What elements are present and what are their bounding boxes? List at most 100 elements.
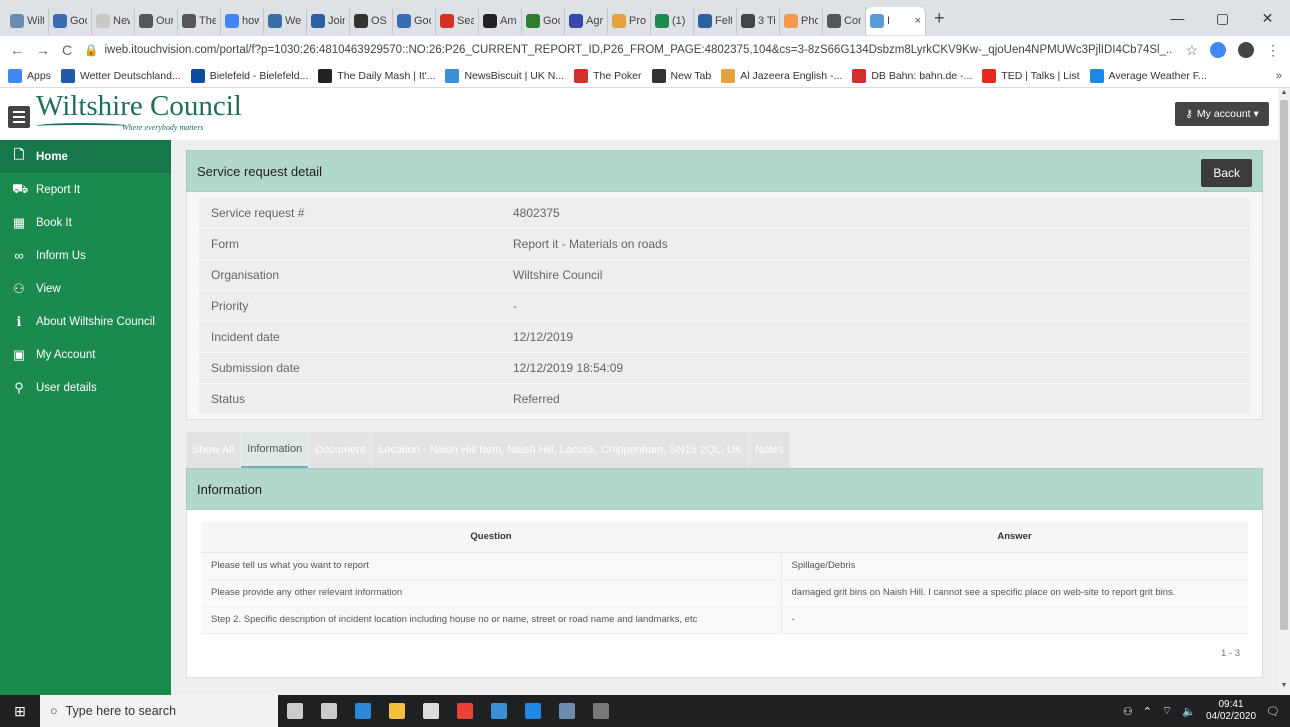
- bookmark-item[interactable]: TED | Talks | List: [982, 68, 1080, 83]
- browser-tab[interactable]: (1): [651, 7, 694, 35]
- favicon-icon: [53, 14, 67, 28]
- url-field[interactable]: 🔒 iweb.itouchvision.com/portal/f?p=1030:…: [84, 39, 1173, 61]
- app-icon-2[interactable]: [516, 695, 550, 727]
- page-scrollbar[interactable]: ▲ ▼: [1278, 88, 1290, 695]
- detail-row: Form Report it - Materials on roads: [199, 229, 1250, 260]
- browser-tab[interactable]: Goo: [522, 7, 565, 35]
- network-icon[interactable]: ⌔: [1162, 704, 1172, 718]
- browser-tab-label: (1): [672, 15, 686, 27]
- browser-tab[interactable]: New: [92, 7, 135, 35]
- edge-icon[interactable]: [346, 695, 380, 727]
- information-header: Information: [186, 468, 1263, 510]
- taskbar-search-placeholder: Type here to search: [65, 704, 177, 718]
- volume-icon[interactable]: 🔈: [1182, 705, 1196, 718]
- browser-tab[interactable]: how: [221, 7, 264, 35]
- sidebar-item-book-it[interactable]: ▦ Book It: [0, 206, 171, 239]
- browser-tab[interactable]: Pho: [780, 7, 823, 35]
- back-button[interactable]: Back: [1201, 159, 1252, 187]
- browser-menu-icon[interactable]: ⋮: [1266, 42, 1280, 59]
- detail-key: Priority: [211, 299, 249, 313]
- tab-close-icon[interactable]: ×: [915, 15, 921, 27]
- close-window-icon[interactable]: ✕: [1245, 10, 1290, 27]
- bookmark-item[interactable]: NewsBiscuit | UK N...: [445, 68, 564, 83]
- bookmark-item[interactable]: Apps: [8, 68, 51, 83]
- browser-tab[interactable]: Join: [307, 7, 350, 35]
- clock-date: 04/02/2020: [1205, 711, 1257, 722]
- browser-tab[interactable]: Our: [135, 7, 178, 35]
- bookmarks-overflow-icon[interactable]: »: [1276, 70, 1282, 82]
- favicon-icon: [483, 14, 497, 28]
- bookmark-item[interactable]: Wetter Deutschland...: [60, 68, 181, 83]
- browser-tab[interactable]: 3 Ti: [737, 7, 780, 35]
- tab-item[interactable]: Document: [309, 432, 372, 468]
- browser-tab-label: The: [199, 15, 216, 27]
- scrollbar-thumb[interactable]: [1280, 100, 1288, 630]
- browser-tab[interactable]: Goo: [49, 7, 92, 35]
- file-explorer-icon[interactable]: [380, 695, 414, 727]
- sidebar-item-report-it[interactable]: ⛟ Report It: [0, 173, 171, 206]
- sidebar-item-user-details[interactable]: ⚲ User details: [0, 371, 171, 404]
- browser-tab[interactable]: Wilt: [6, 7, 49, 35]
- new-tab-button[interactable]: +: [934, 8, 945, 29]
- tab-item[interactable]: Notes: [749, 432, 790, 468]
- tray-chevron-icon[interactable]: ⌃: [1143, 705, 1152, 718]
- bookmark-star-icon[interactable]: ☆: [1185, 42, 1198, 59]
- sidebar-item-my-account[interactable]: ▣ My Account: [0, 338, 171, 371]
- browser-tab-active[interactable]: I ×: [866, 7, 926, 35]
- task-view-icon[interactable]: [312, 695, 346, 727]
- app-icon-3[interactable]: [550, 695, 584, 727]
- browser-tab[interactable]: Con: [823, 7, 866, 35]
- browser-tab[interactable]: The: [178, 7, 221, 35]
- bookmark-item[interactable]: The Daily Mash | It'...: [318, 68, 435, 83]
- windows-start-icon[interactable]: ⊞: [0, 695, 40, 727]
- tab-information[interactable]: Information: [241, 432, 309, 468]
- minimize-icon[interactable]: —: [1155, 10, 1200, 27]
- microphone-icon[interactable]: [278, 695, 312, 727]
- browser-tab[interactable]: Wei: [264, 7, 307, 35]
- account-icon: ▣: [12, 346, 26, 362]
- browser-tab-label: Am: [500, 15, 517, 27]
- sidebar-item-home[interactable]: 🗋 Home: [0, 140, 171, 173]
- tab-item[interactable]: Location - Naish Hill farm, Naish Hill, …: [372, 432, 749, 468]
- app-icon-4[interactable]: [584, 695, 618, 727]
- browser-tab-label: 3 Ti: [758, 15, 775, 27]
- app-icon[interactable]: [482, 695, 516, 727]
- site-logo[interactable]: Wiltshire Council Where everybody matter…: [36, 90, 242, 132]
- forward-arrow-icon[interactable]: →: [36, 42, 50, 58]
- bookmark-item[interactable]: The Poker: [574, 68, 642, 83]
- mail-icon[interactable]: [414, 695, 448, 727]
- bookmark-item[interactable]: Average Weather F...: [1089, 68, 1207, 83]
- maximize-icon[interactable]: ▢: [1200, 10, 1245, 27]
- browser-tab[interactable]: Agr: [565, 7, 608, 35]
- detail-key: Form: [211, 237, 239, 251]
- chrome-icon[interactable]: [448, 695, 482, 727]
- bookmark-item[interactable]: Al Jazeera English -...: [721, 68, 842, 83]
- scroll-down-arrow-icon[interactable]: ▼: [1278, 682, 1290, 689]
- notifications-icon[interactable]: 🗨: [1266, 705, 1280, 718]
- bookmark-item[interactable]: Bielefeld - Bielefeld...: [190, 68, 308, 83]
- browser-tab-label: Pho: [801, 15, 818, 27]
- reload-icon[interactable]: C: [62, 42, 72, 58]
- favicon-icon: [569, 14, 583, 28]
- bookmark-item[interactable]: DB Bahn: bahn.de -...: [852, 68, 972, 83]
- browser-tab[interactable]: Pro: [608, 7, 651, 35]
- browser-tab[interactable]: Goo: [393, 7, 436, 35]
- taskbar-search-box[interactable]: ○ Type here to search: [40, 695, 278, 727]
- sidebar-item-view[interactable]: ⚇ View: [0, 272, 171, 305]
- bookmark-item[interactable]: New Tab: [651, 68, 711, 83]
- people-icon[interactable]: ⚇: [1123, 705, 1133, 718]
- tab-item[interactable]: Show All: [186, 432, 241, 468]
- sidebar-item-inform-us[interactable]: ∞ Inform Us: [0, 239, 171, 272]
- menu-toggle-button[interactable]: [8, 106, 30, 128]
- my-account-button[interactable]: ⚷ My account ▾: [1175, 102, 1269, 126]
- browser-tab[interactable]: Sea: [436, 7, 479, 35]
- taskbar-clock[interactable]: 09:41 04/02/2020: [1206, 699, 1256, 723]
- back-arrow-icon[interactable]: ←: [10, 42, 24, 58]
- browser-tab[interactable]: OS: [350, 7, 393, 35]
- extension-icon[interactable]: [1210, 42, 1226, 58]
- scroll-up-arrow-icon[interactable]: ▲: [1278, 89, 1290, 96]
- browser-tab[interactable]: Am: [479, 7, 522, 35]
- browser-tab[interactable]: Felt: [694, 7, 737, 35]
- sidebar-item-about-wiltshire-council[interactable]: ℹ About Wiltshire Council: [0, 305, 171, 338]
- profile-avatar[interactable]: [1238, 42, 1254, 58]
